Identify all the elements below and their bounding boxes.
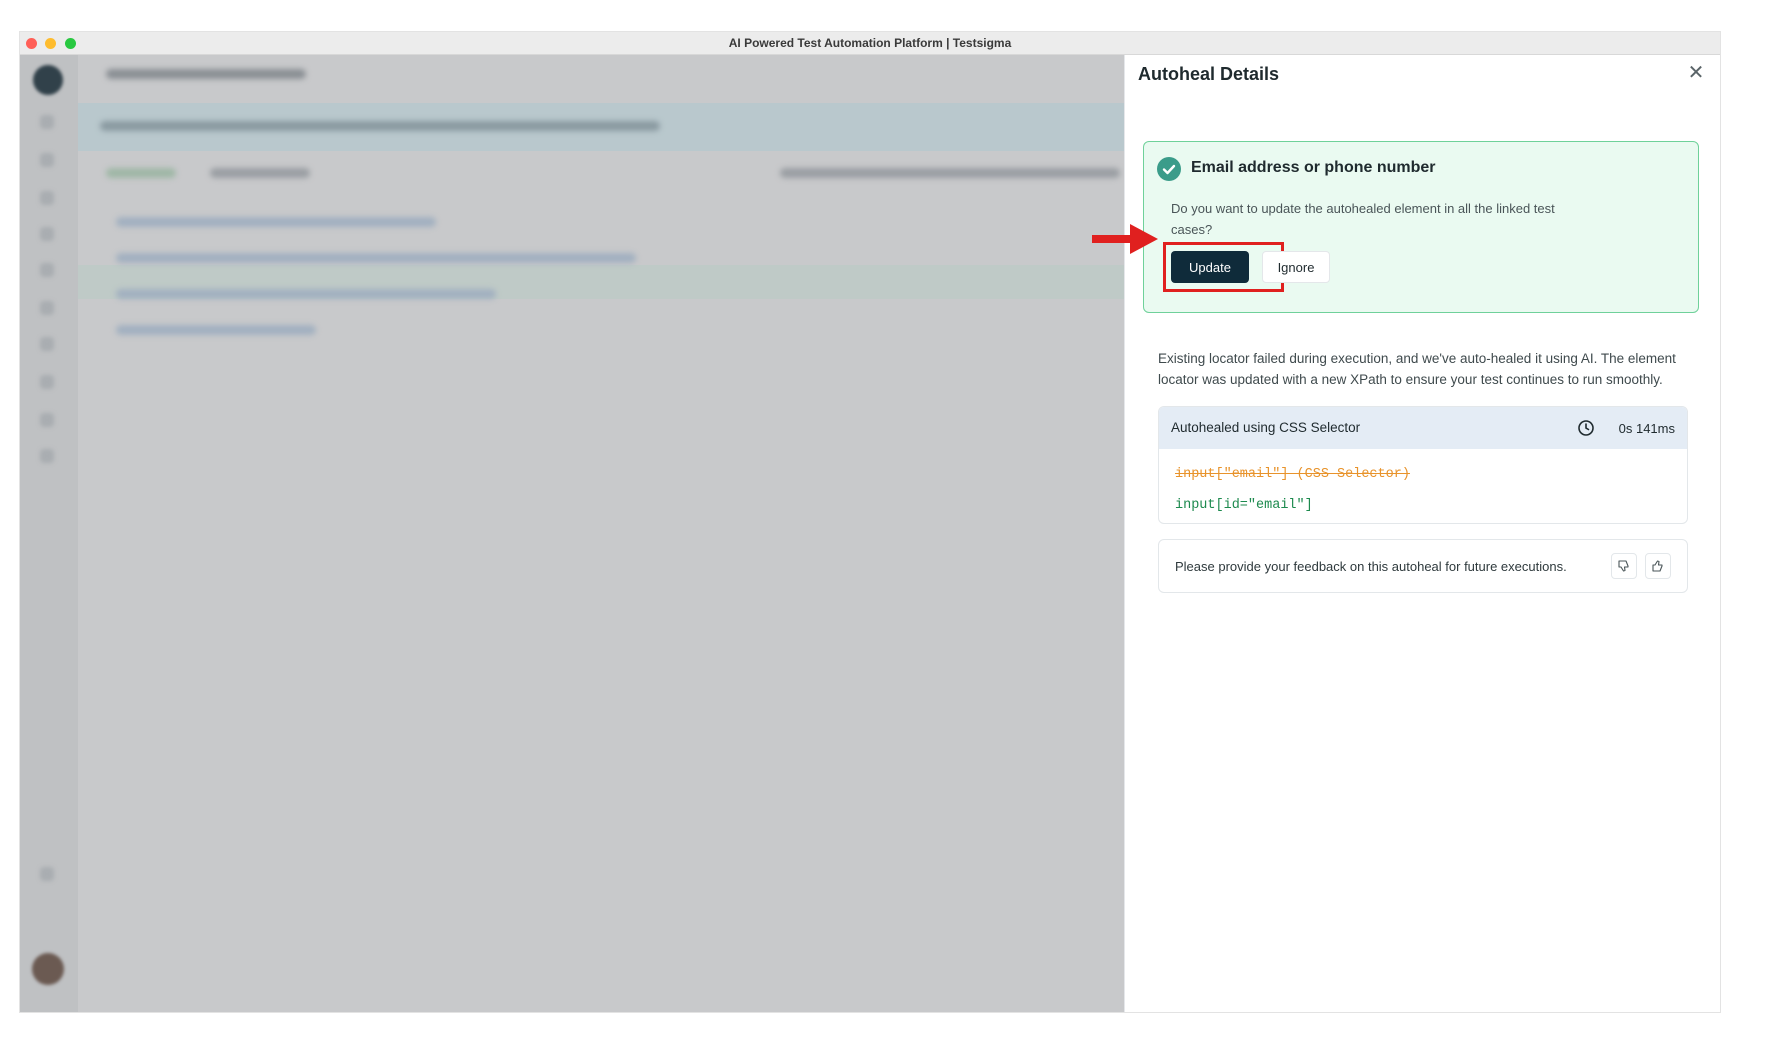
rail-icon <box>40 301 54 315</box>
close-icon[interactable]: ✕ <box>1685 62 1707 84</box>
locator-card: Autohealed using CSS Selector 0s 141ms i… <box>1158 406 1688 524</box>
thumbs-down-icon <box>1618 560 1629 572</box>
blurred-text <box>116 289 496 299</box>
element-name-heading: Email address or phone number <box>1191 159 1436 176</box>
feedback-text: Please provide your feedback on this aut… <box>1175 559 1567 574</box>
autoheal-method-label: Autohealed using CSS Selector <box>1171 420 1361 435</box>
rail-icon <box>40 413 54 427</box>
thumbs-up-button[interactable] <box>1645 553 1671 579</box>
rail-icon <box>40 227 54 241</box>
rail-icon <box>40 263 54 277</box>
title-bar: AI Powered Test Automation Platform | Te… <box>20 32 1720 55</box>
window-title: AI Powered Test Automation Platform | Te… <box>728 36 1012 50</box>
blurred-text <box>116 217 436 227</box>
rail-icon <box>40 191 54 205</box>
update-button[interactable]: Update <box>1171 251 1249 283</box>
update-question-text: Do you want to update the autohealed ele… <box>1171 201 1555 237</box>
blurred-text <box>210 168 310 178</box>
blurred-text <box>780 168 1120 178</box>
update-prompt-card: Email address or phone number Do you wan… <box>1143 141 1699 313</box>
locator-card-header: Autohealed using CSS Selector 0s 141ms <box>1159 407 1687 449</box>
avatar <box>32 953 64 985</box>
rail-icon <box>40 153 54 167</box>
new-locator: input[id="email"] <box>1175 498 1313 513</box>
rail-icon <box>40 449 54 463</box>
app-window: AI Powered Test Automation Platform | Te… <box>20 32 1720 1012</box>
blurred-text <box>106 69 306 79</box>
verified-badge-icon <box>1157 157 1181 181</box>
drawer-title: Autoheal Details <box>1138 64 1280 84</box>
app-logo <box>33 65 63 95</box>
rail-icon <box>40 375 54 389</box>
ignore-button[interactable]: Ignore <box>1262 251 1330 283</box>
feedback-card: Please provide your feedback on this aut… <box>1158 539 1688 593</box>
blurred-text <box>106 168 176 178</box>
blurred-background-app <box>20 55 1124 1012</box>
blurred-text <box>116 253 636 263</box>
left-rail <box>20 55 78 1012</box>
red-arrow-annotation <box>1092 224 1158 254</box>
blurred-text <box>116 325 316 335</box>
heal-duration: 0s 141ms <box>1618 421 1675 436</box>
clock-icon <box>1578 420 1594 436</box>
thumbs-down-button[interactable] <box>1611 553 1637 579</box>
blurred-text <box>100 121 660 131</box>
autoheal-description: Existing locator failed during execution… <box>1158 351 1676 387</box>
thumbs-up-icon <box>1652 560 1663 572</box>
rail-icon <box>40 115 54 129</box>
rail-icon <box>40 867 54 881</box>
rail-icon <box>40 337 54 351</box>
old-locator: input["email"] (CSS Selector) <box>1175 467 1410 482</box>
autoheal-details-drawer: Autoheal Details ✕ Email address or phon… <box>1124 55 1720 1012</box>
